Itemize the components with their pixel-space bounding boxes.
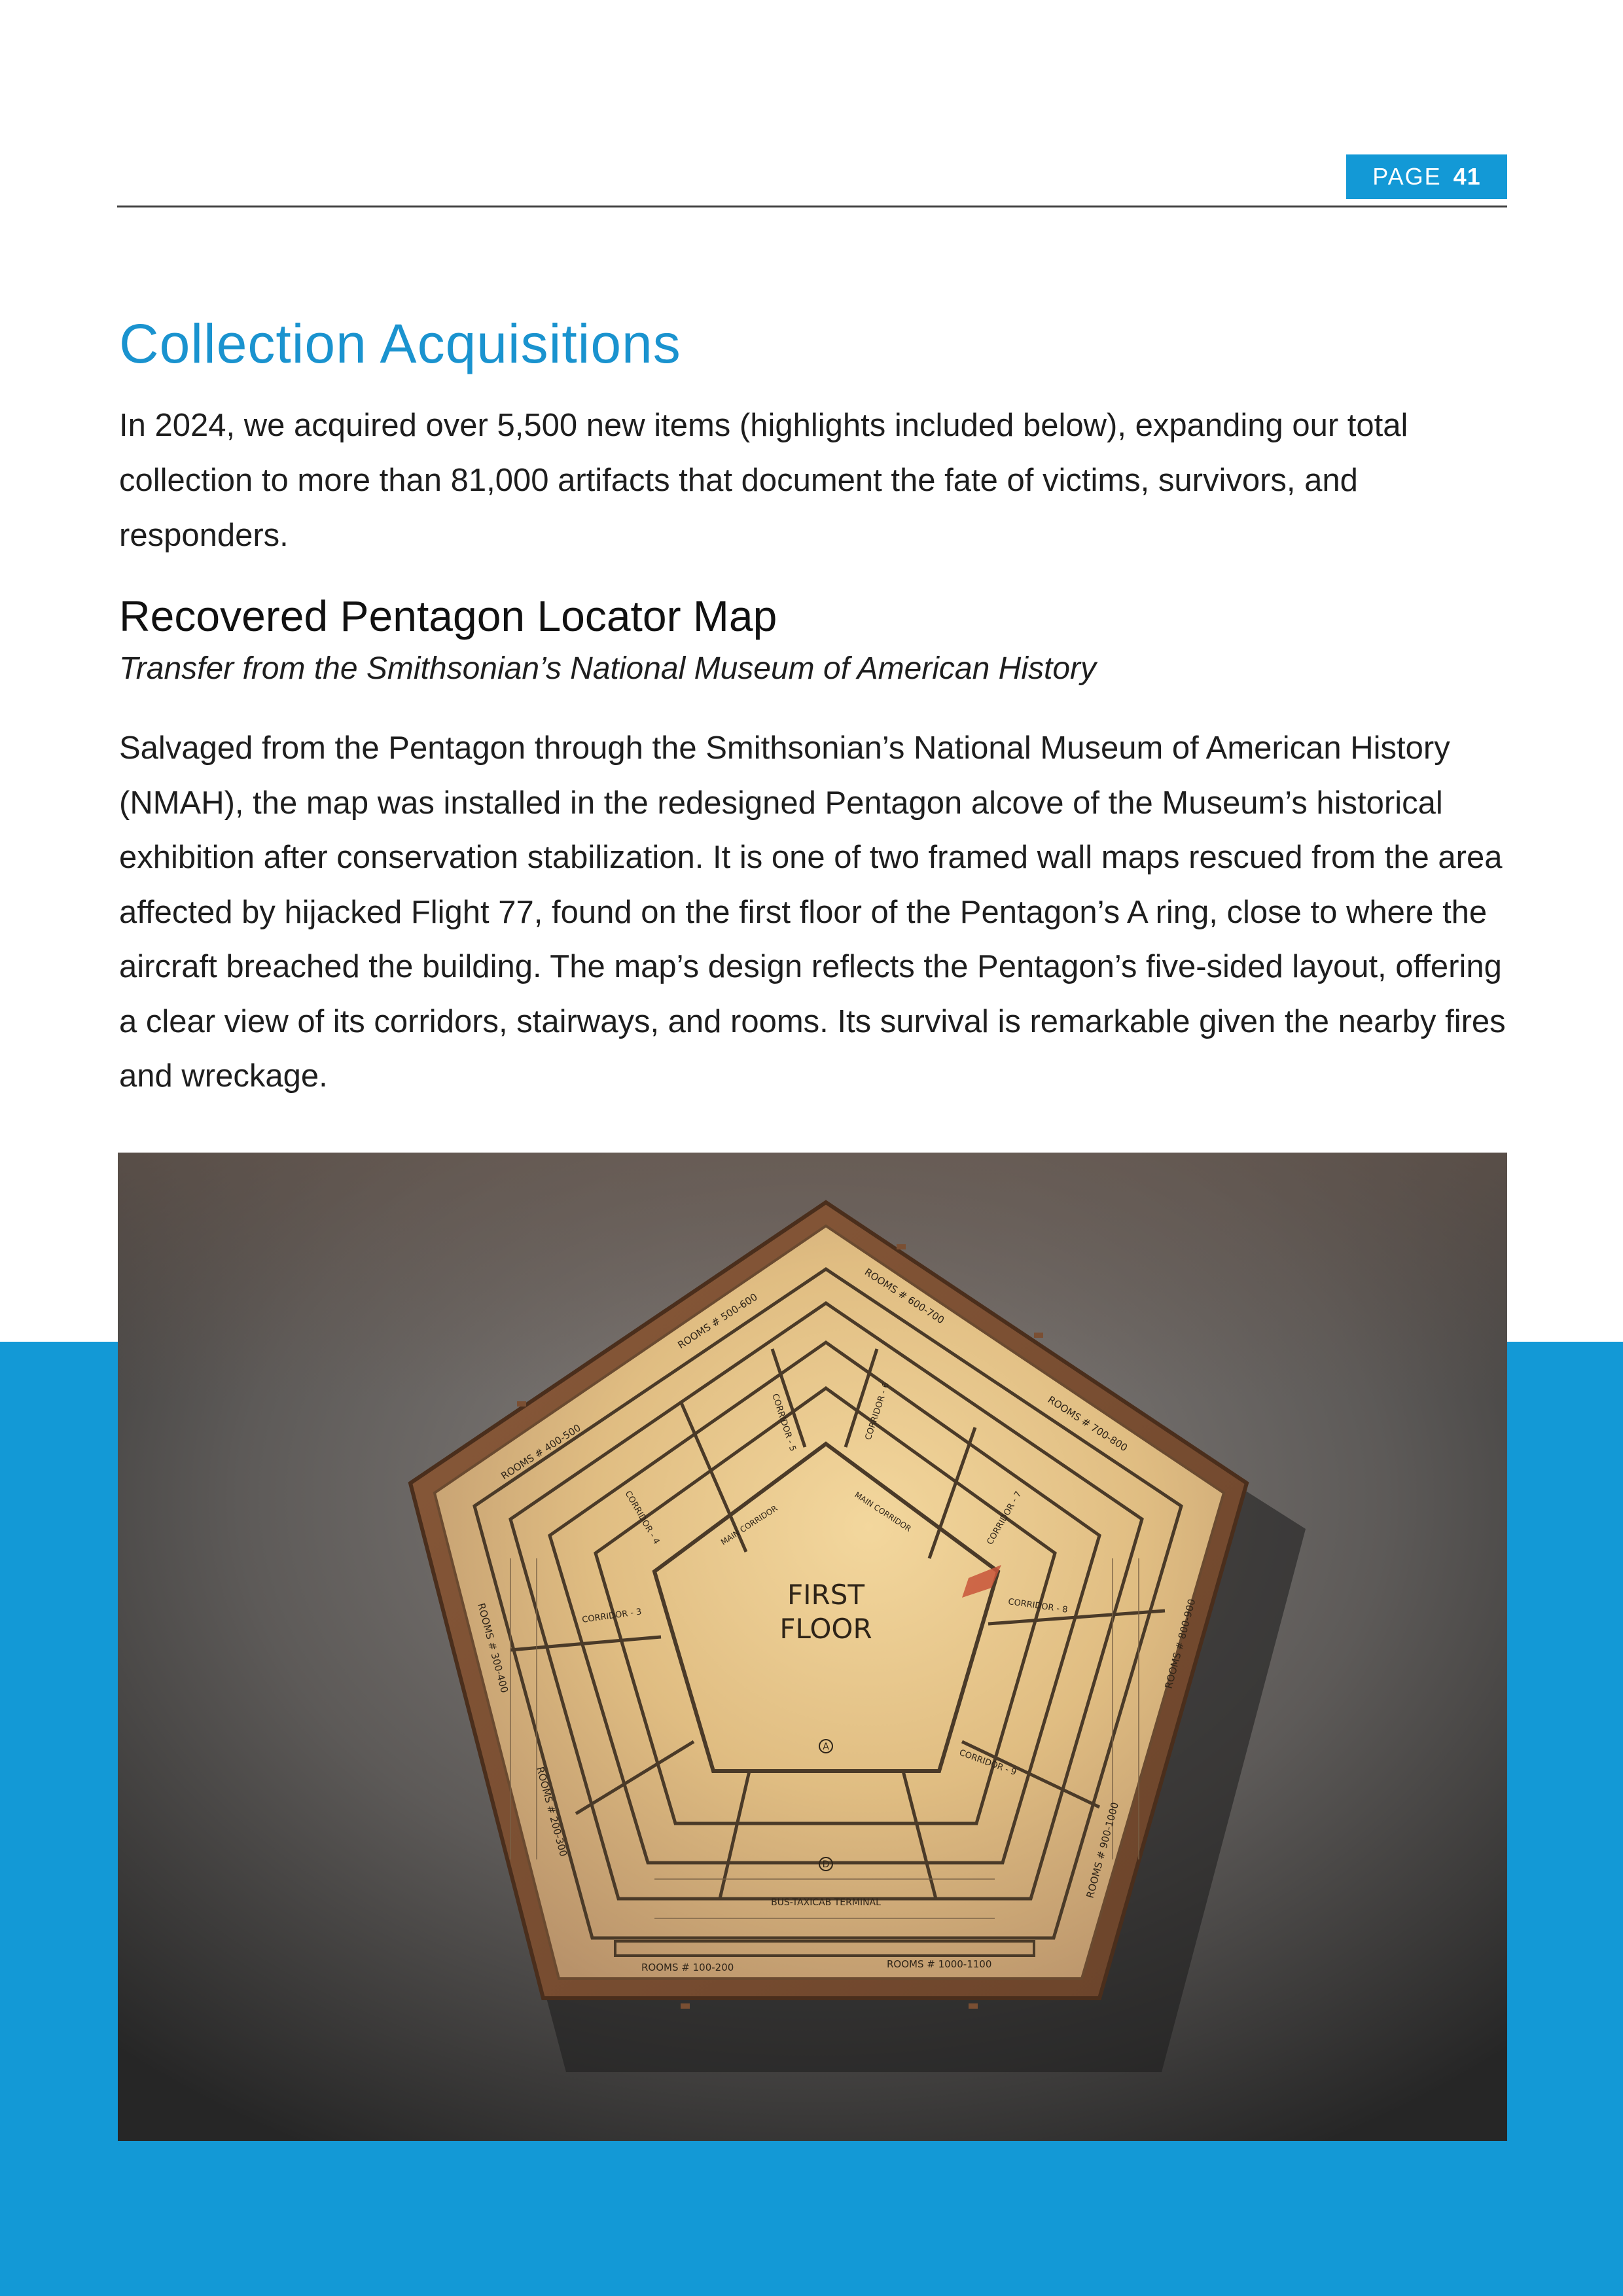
pentagon-map-photo: FIRST FLOOR ROOMS # 600-700 ROOMS # 500-… <box>118 1153 1507 2141</box>
artifact-subtitle: Transfer from the Smithsonian’s National… <box>119 651 1096 686</box>
map-center-line1: FIRST <box>787 1579 865 1611</box>
label-rooms-1000-1100: ROOMS # 1000-1100 <box>887 1958 991 1970</box>
intro-paragraph: In 2024, we acquired over 5,500 new item… <box>119 408 1408 553</box>
page-label: PAGE <box>1372 163 1442 190</box>
label-ring-d: D <box>823 1859 830 1870</box>
main-content: Collection Acquisitions In 2024, we acqu… <box>119 308 1507 1104</box>
label-ring-a: A <box>823 1742 829 1752</box>
page-number-badge: PAGE 41 <box>1346 154 1507 199</box>
artifact-description: Salvaged from the Pentagon through the S… <box>119 730 1506 1094</box>
artifact-title: Recovered Pentagon Locator Map <box>119 592 777 640</box>
label-rooms-100-200: ROOMS # 100-200 <box>641 1962 734 1973</box>
header-rule <box>117 206 1507 207</box>
label-bus-terminal: BUS-TAXICAB TERMINAL <box>771 1897 881 1908</box>
map-center-line2: FLOOR <box>779 1613 872 1645</box>
page-number: 41 <box>1453 163 1481 190</box>
section-title: Collection Acquisitions <box>119 313 681 374</box>
